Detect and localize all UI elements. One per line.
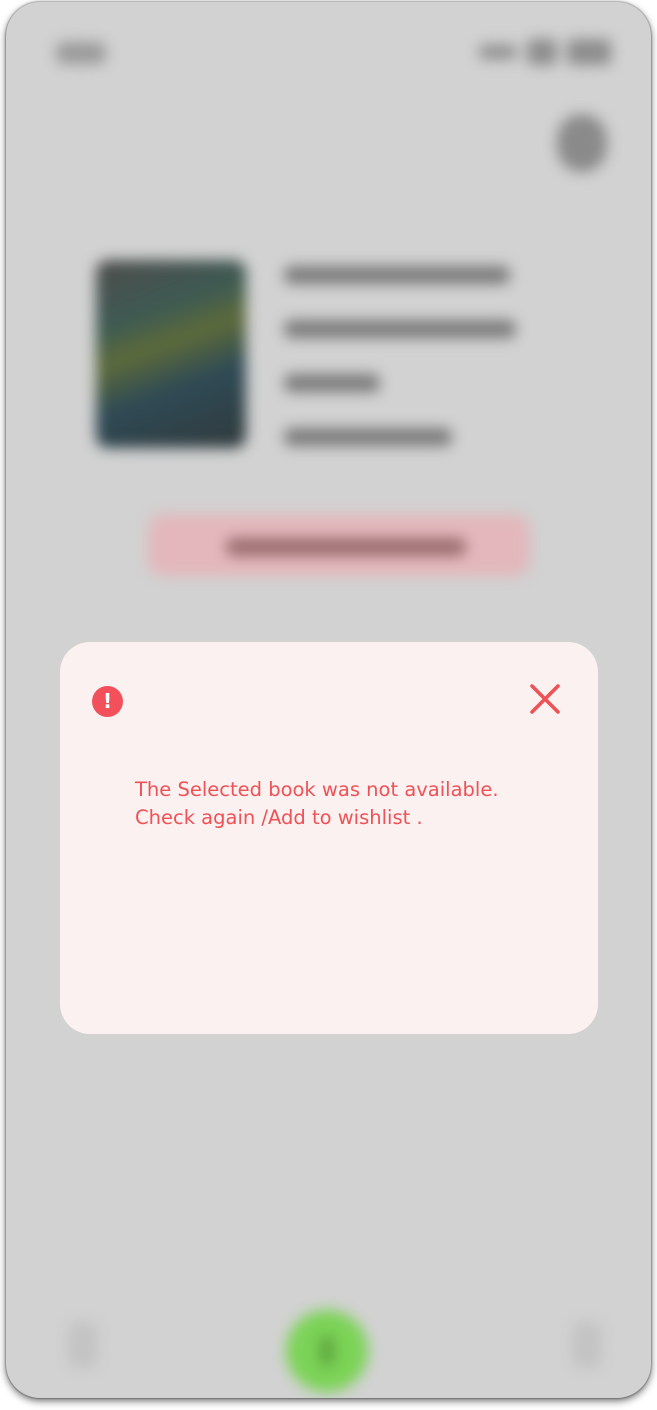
unavailable-book-dialog: ! The Selected book was not available. C…: [60, 642, 598, 1034]
alert-message: The Selected book was not available. Che…: [135, 776, 565, 832]
nav-item-left: [68, 1322, 98, 1368]
status-bar-icons: [461, 34, 611, 70]
exclamation-circle-icon: !: [92, 686, 123, 717]
nav-item-right: [572, 1322, 602, 1368]
phone-frame: ! The Selected book was not available. C…: [6, 2, 651, 1398]
alert-message-line-2: Check again /Add to wishlist .: [135, 806, 423, 829]
close-button[interactable]: [526, 680, 564, 718]
nav-center-icon: [320, 1336, 334, 1366]
book-action-label-placeholder: [226, 538, 466, 556]
book-cover-image: [96, 260, 246, 448]
close-icon: [530, 684, 560, 714]
book-title-placeholder: [284, 266, 510, 284]
alert-message-line-1: The Selected book was not available.: [135, 778, 499, 801]
book-author-placeholder: [284, 320, 516, 338]
book-price-placeholder: [284, 428, 452, 446]
profile-avatar: [557, 114, 607, 172]
status-bar-time: [56, 42, 106, 64]
signal-icon: [479, 45, 517, 59]
battery-icon: [567, 39, 611, 65]
wifi-icon: [527, 39, 557, 65]
book-meta-placeholder: [284, 374, 380, 392]
